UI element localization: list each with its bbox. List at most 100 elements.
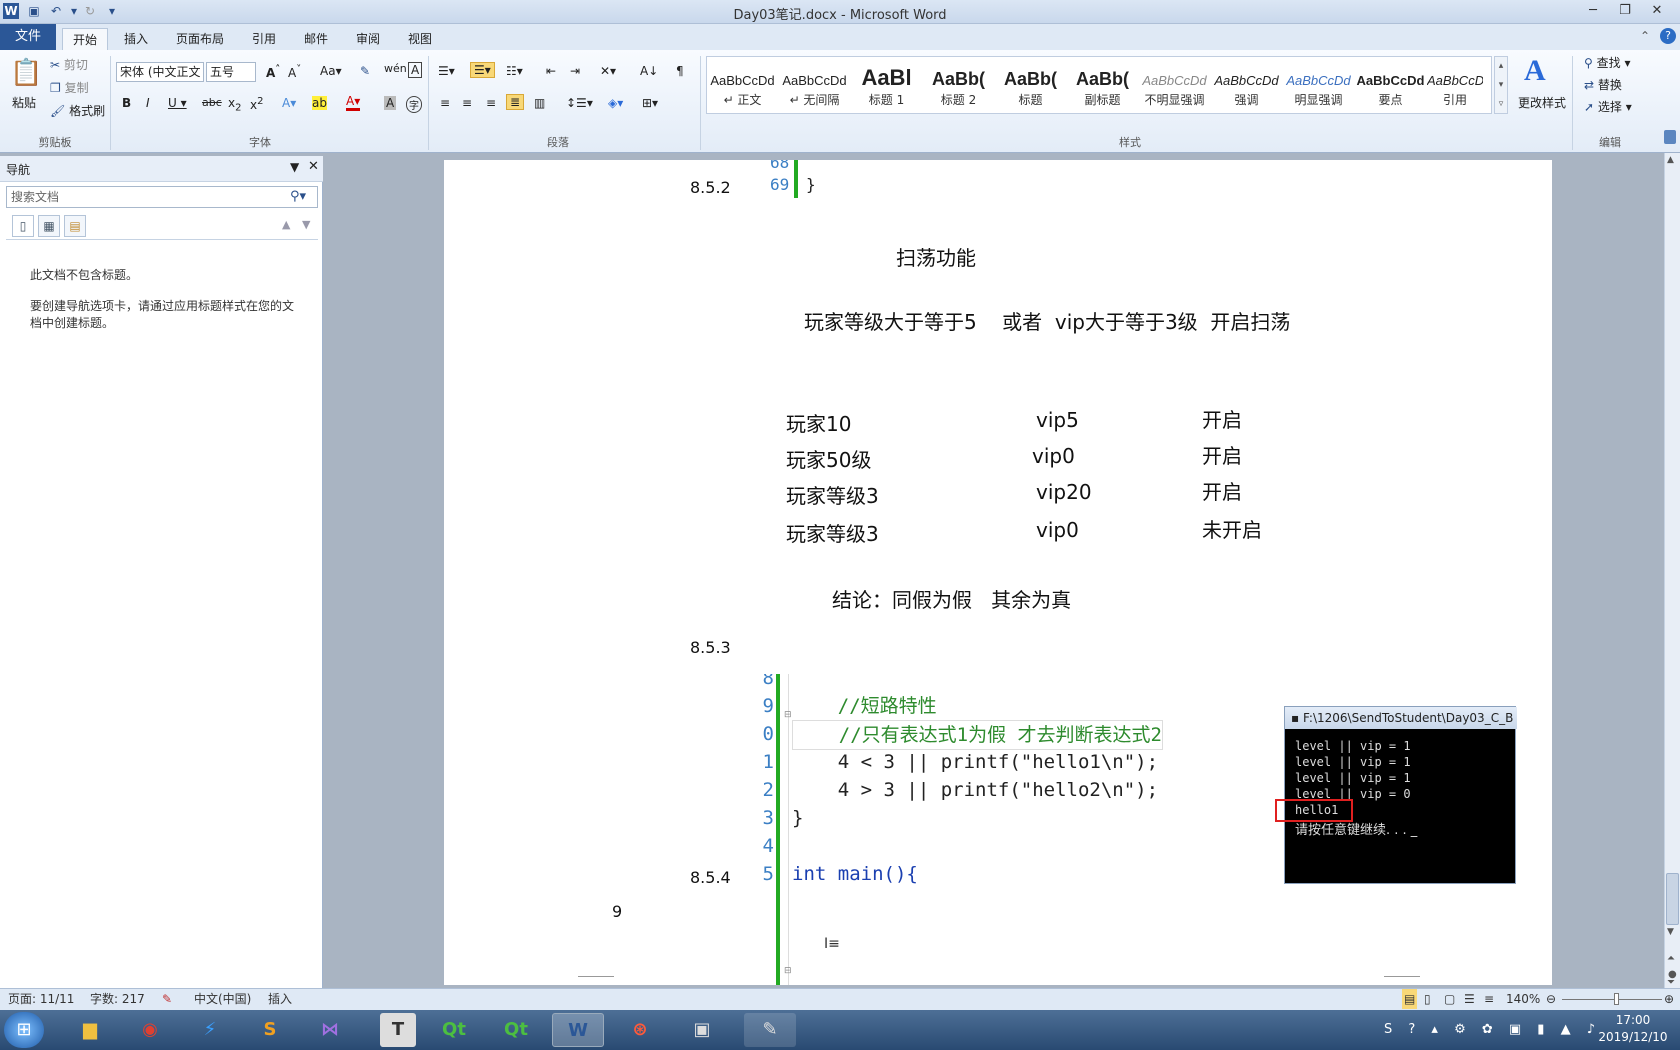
enclose-char-icon[interactable]: 字: [406, 96, 422, 113]
zoom-in-icon[interactable]: ⊕: [1664, 989, 1674, 1009]
insert-mode[interactable]: 插入: [268, 989, 292, 1009]
vertical-scrollbar[interactable]: ▲ ▼ ⏶ ● ⏷: [1664, 153, 1680, 988]
proofing-icon[interactable]: ✎: [162, 989, 172, 1009]
style-normal[interactable]: AaBbCcDd ↵ 正文: [707, 59, 778, 113]
tab-insert[interactable]: 插入: [114, 28, 158, 50]
grow-font-icon[interactable]: A˄: [266, 64, 280, 80]
align-center-icon[interactable]: ≡: [462, 96, 472, 110]
minimize-ribbon-icon[interactable]: ⌃: [1640, 29, 1650, 43]
font-name-select[interactable]: 宋体 (中文正文: [116, 62, 204, 82]
shrink-font-icon[interactable]: A˅: [288, 64, 301, 80]
multilevel-list-icon[interactable]: ☷▾: [506, 64, 523, 78]
tray-icons[interactable]: S ? ▴ ⚙ ✿ ▣ ▮ ▲ ♪: [1384, 1022, 1601, 1037]
tab-review[interactable]: 审阅: [346, 28, 390, 50]
nav-options-icon[interactable]: ▼: [290, 160, 299, 174]
bullets-icon[interactable]: ☰▾: [438, 64, 455, 78]
print-layout-icon[interactable]: ▤: [1402, 989, 1418, 1009]
restore-button[interactable]: ❐: [1612, 2, 1638, 20]
font-color-icon[interactable]: A▾: [346, 94, 361, 111]
select-button[interactable]: ➚ 选择 ▾: [1584, 98, 1632, 115]
chinese-layout-icon[interactable]: ✕▾: [600, 64, 616, 78]
shading-icon[interactable]: ◈▾: [608, 96, 623, 110]
fold-icon[interactable]: ⊟: [784, 710, 792, 720]
minimize-button[interactable]: ─: [1580, 2, 1606, 20]
replace-button[interactable]: ⇄ 替换: [1584, 76, 1622, 93]
distributed-icon[interactable]: ▥: [534, 96, 545, 110]
paste-icon[interactable]: 📋: [10, 56, 42, 90]
justify-icon[interactable]: ≣: [506, 94, 525, 110]
zoom-level[interactable]: 140%: [1506, 989, 1540, 1009]
change-styles-button[interactable]: 更改样式: [1518, 94, 1566, 111]
prev-page-icon[interactable]: ⏶: [1667, 953, 1675, 964]
browser-icon[interactable]: ⊛: [614, 1013, 666, 1047]
style-title[interactable]: AaBb(标题: [995, 59, 1066, 113]
zoom-slider[interactable]: [1562, 999, 1662, 1000]
decrease-indent-icon[interactable]: ⇤: [546, 64, 556, 78]
draft-icon[interactable]: ≡: [1484, 989, 1494, 1009]
tab-home[interactable]: 开始: [62, 28, 109, 50]
tab-references[interactable]: 引用: [242, 28, 286, 50]
start-button[interactable]: ⊞: [4, 1012, 44, 1048]
scroll-down-icon[interactable]: ▼: [1667, 927, 1674, 937]
page-count[interactable]: 页面: 11/11: [8, 989, 74, 1009]
line-spacing-icon[interactable]: ↕☰▾: [566, 96, 593, 110]
sort-icon[interactable]: A↓: [640, 64, 658, 78]
change-case-icon[interactable]: Aa▾: [320, 64, 342, 78]
tab-mailings[interactable]: 邮件: [294, 28, 338, 50]
scroll-thumb[interactable]: [1666, 873, 1679, 925]
subscript-icon[interactable]: x2: [228, 96, 241, 113]
char-shading-icon[interactable]: A: [384, 96, 397, 110]
headings-view-icon[interactable]: ▯: [12, 215, 34, 237]
zoom-slider-thumb[interactable]: [1614, 993, 1619, 1005]
char-border-icon[interactable]: A: [408, 62, 423, 78]
thunder-icon[interactable]: ⚡: [184, 1013, 236, 1047]
fold-icon[interactable]: ⊟: [784, 966, 792, 976]
italic-icon[interactable]: I: [146, 96, 150, 110]
font-size-select[interactable]: 五号: [206, 62, 256, 82]
align-right-icon[interactable]: ≡: [486, 96, 496, 110]
text-effects-icon[interactable]: A▾: [282, 96, 296, 110]
find-button[interactable]: ⚲ 查找 ▾: [1584, 54, 1630, 71]
chrome-icon[interactable]: ◉: [124, 1013, 176, 1047]
word-count[interactable]: 字数: 217: [90, 989, 145, 1009]
typora-icon[interactable]: T: [380, 1013, 416, 1047]
phonetic-guide-icon[interactable]: wén: [384, 62, 407, 75]
paint-icon[interactable]: ✎: [744, 1013, 796, 1047]
ruler-toggle-icon[interactable]: [1664, 130, 1676, 144]
strikethrough-icon[interactable]: abc: [202, 96, 222, 109]
style-quote[interactable]: AaBbCcDd 引用: [1427, 59, 1483, 113]
copy-button[interactable]: ❐ 复制: [50, 79, 89, 96]
clock-date[interactable]: 2019/12/10: [1594, 1030, 1672, 1044]
qt-icon[interactable]: Qt: [428, 1013, 480, 1047]
next-page-icon[interactable]: ⏷: [1667, 978, 1675, 988]
full-screen-icon[interactable]: ▯: [1424, 989, 1431, 1009]
outline-icon[interactable]: ☰: [1464, 989, 1475, 1009]
visual-studio-icon[interactable]: ⋈: [304, 1013, 356, 1047]
next-result-icon[interactable]: ▼: [302, 218, 310, 231]
web-layout-icon[interactable]: ▢: [1444, 989, 1455, 1009]
nav-search-input[interactable]: 搜索文档: [6, 186, 318, 208]
clear-format-icon[interactable]: ✎: [360, 64, 370, 78]
style-strong[interactable]: AaBbCcDd 要点: [1355, 59, 1426, 113]
numbering-icon[interactable]: ☰▾: [470, 62, 495, 78]
increase-indent-icon[interactable]: ⇥: [570, 64, 580, 78]
show-marks-icon[interactable]: ¶: [676, 64, 684, 78]
borders-icon[interactable]: ⊞▾: [642, 96, 658, 110]
language[interactable]: 中文(中国): [194, 989, 251, 1009]
bold-icon[interactable]: B: [122, 96, 131, 110]
styles-scroll[interactable]: ▴ ▾ ▿: [1494, 56, 1508, 114]
close-button[interactable]: ✕: [1644, 2, 1670, 20]
prev-result-icon[interactable]: ▲: [282, 218, 290, 231]
explorer-icon[interactable]: ▆: [64, 1013, 116, 1047]
word-taskbar-icon[interactable]: W: [552, 1013, 604, 1047]
style-emphasis[interactable]: AaBbCcDd 强调: [1211, 59, 1282, 113]
pages-view-icon[interactable]: ▦: [38, 215, 60, 237]
align-left-icon[interactable]: ≡: [440, 96, 450, 110]
style-subtitle[interactable]: AaBb(副标题: [1067, 59, 1138, 113]
scroll-up-icon[interactable]: ▲: [1667, 155, 1674, 165]
style-no-spacing[interactable]: AaBbCcDd ↵ 无间隔: [779, 59, 850, 113]
underline-icon[interactable]: U ▾: [168, 96, 187, 110]
help-icon[interactable]: ?: [1660, 28, 1676, 44]
search-icon[interactable]: ⚲▾: [290, 189, 306, 204]
results-view-icon[interactable]: ▤: [64, 215, 86, 237]
